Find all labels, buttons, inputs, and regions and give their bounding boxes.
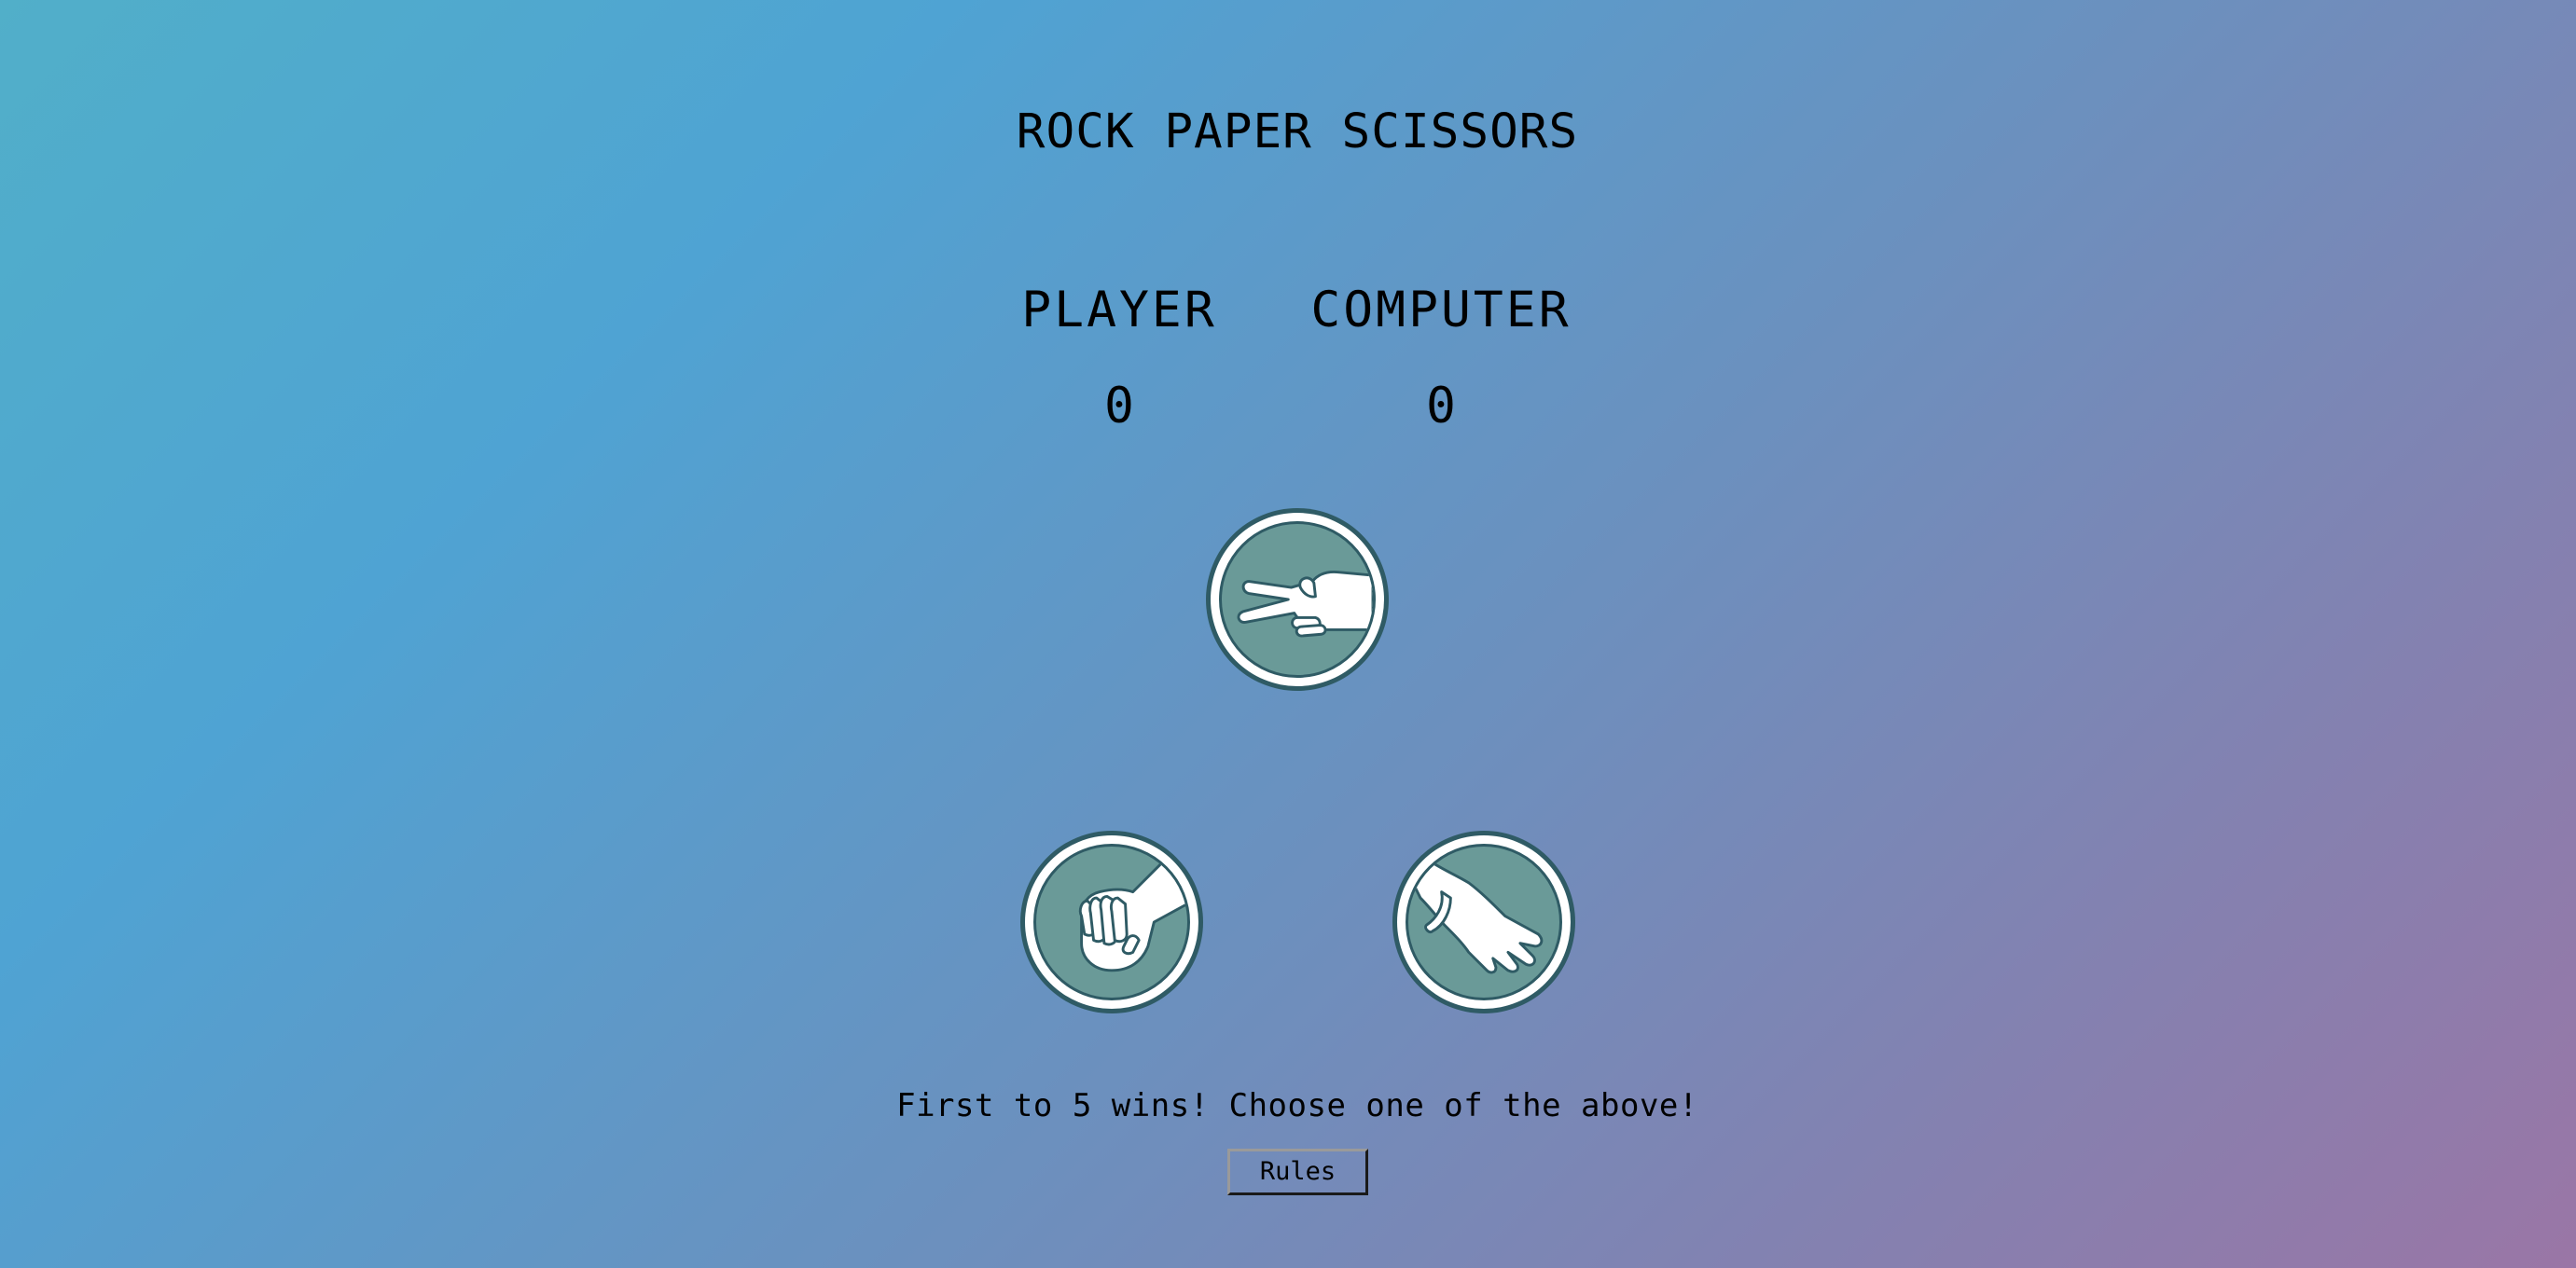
scissors-hand-icon xyxy=(1237,571,1373,638)
rules-button[interactable]: Rules xyxy=(1227,1149,1368,1195)
player-score: 0 xyxy=(1104,378,1134,434)
computer-label: COMPUTER xyxy=(1310,282,1572,338)
paper-hand-icon xyxy=(1408,857,1544,974)
instructions-text: First to 5 wins! Choose one of the above… xyxy=(896,1087,1698,1124)
rock-button[interactable] xyxy=(1020,831,1203,1013)
scissors-button[interactable] xyxy=(1206,508,1389,691)
page-title: ROCK PAPER SCISSORS xyxy=(1016,104,1579,159)
paper-button[interactable] xyxy=(1392,831,1575,1013)
player-label: PLAYER xyxy=(1021,282,1217,338)
rock-fist-icon xyxy=(1078,860,1187,972)
computer-score: 0 xyxy=(1426,378,1456,434)
